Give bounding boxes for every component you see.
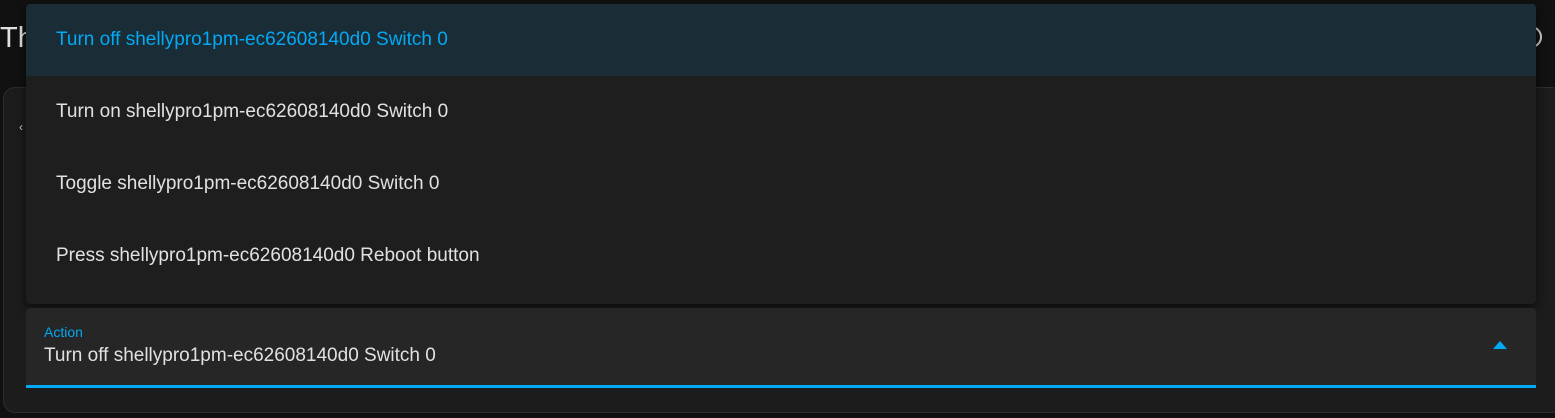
action-select-value: Turn off shellypro1pm-ec62608140d0 Switc…: [44, 345, 436, 366]
menu-item-label: Turn on shellypro1pm-ec62608140d0 Switch…: [56, 101, 449, 122]
action-select-label: Action: [44, 324, 83, 340]
menu-item-press-reboot[interactable]: Press shellypro1pm-ec62608140d0 Reboot b…: [26, 220, 1536, 292]
menu-item-label: Press shellypro1pm-ec62608140d0 Reboot b…: [56, 245, 480, 266]
action-select[interactable]: Action Turn off shellypro1pm-ec62608140d…: [26, 308, 1536, 388]
menu-item-toggle[interactable]: Toggle shellypro1pm-ec62608140d0 Switch …: [26, 148, 1536, 220]
menu-item-label: Toggle shellypro1pm-ec62608140d0 Switch …: [56, 173, 440, 194]
action-dropdown-menu: Turn off shellypro1pm-ec62608140d0 Switc…: [26, 4, 1536, 304]
menu-item-label: Turn off shellypro1pm-ec62608140d0 Switc…: [56, 29, 448, 50]
card-handle-icon: ‹: [19, 120, 23, 134]
menu-item-turn-on[interactable]: Turn on shellypro1pm-ec62608140d0 Switch…: [26, 76, 1536, 148]
caret-up-icon[interactable]: [1493, 341, 1507, 349]
menu-item-turn-off[interactable]: Turn off shellypro1pm-ec62608140d0 Switc…: [26, 4, 1536, 76]
page: Th ‹ Turn off shellypro1pm-ec62608140d0 …: [0, 0, 1555, 418]
